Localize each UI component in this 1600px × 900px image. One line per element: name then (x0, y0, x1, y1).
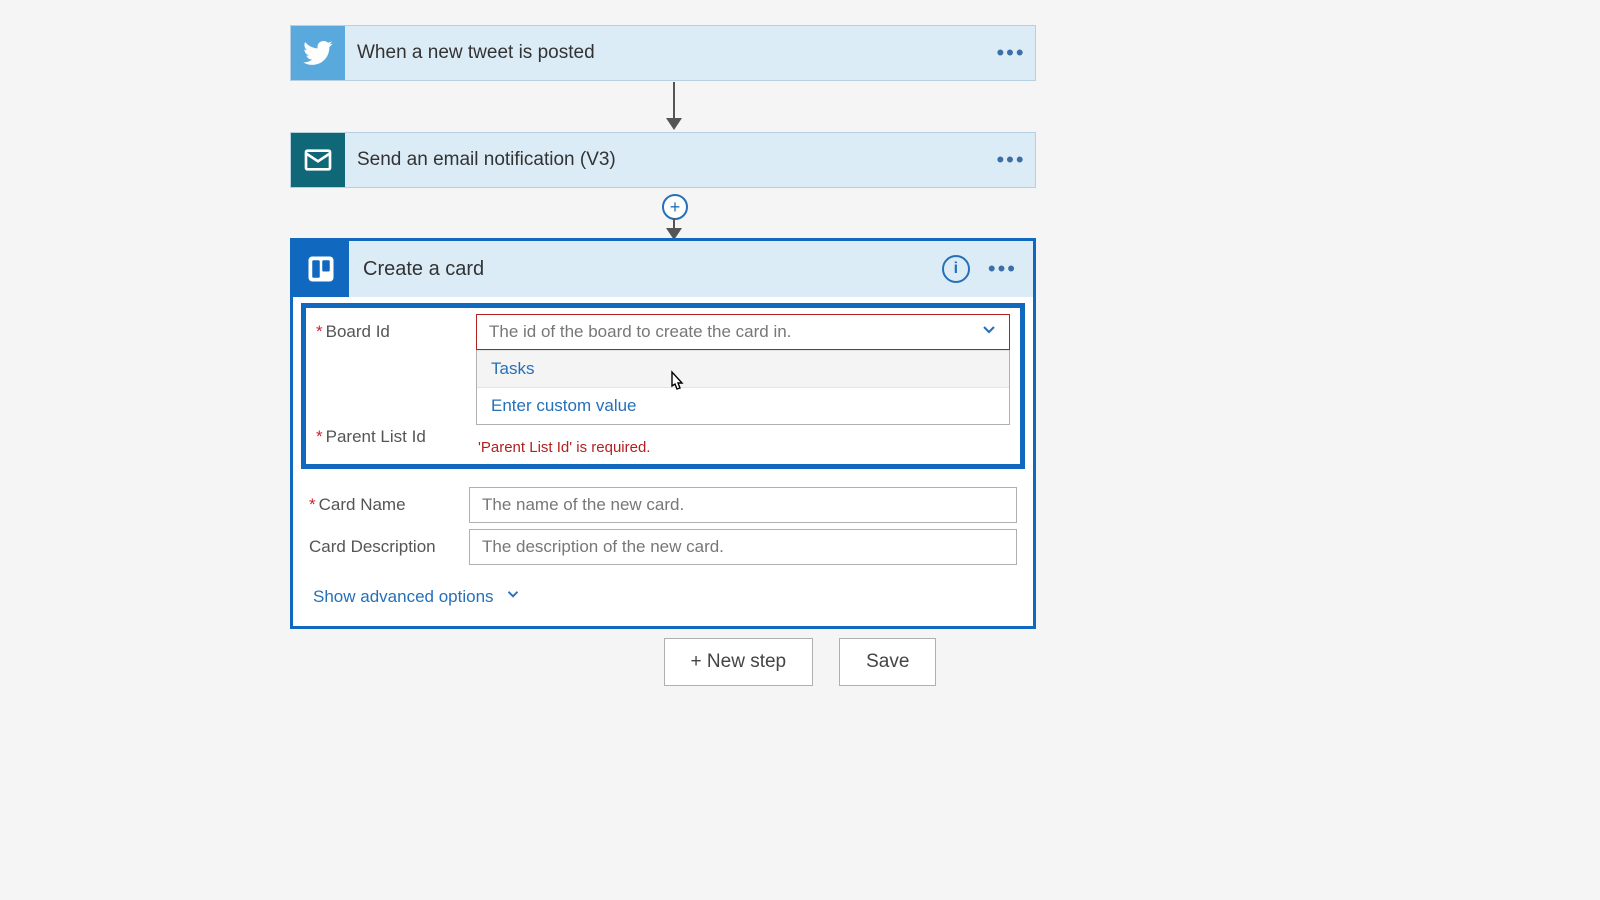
twitter-icon (291, 26, 345, 80)
card-name-input[interactable]: The name of the new card. (469, 487, 1017, 523)
card-description-placeholder: The description of the new card. (482, 537, 724, 557)
dropdown-option-custom[interactable]: Enter custom value (477, 387, 1009, 424)
trigger-step-twitter[interactable]: When a new tweet is posted ••• (290, 25, 1036, 81)
new-step-button[interactable]: + New step (664, 638, 814, 686)
expanded-step-title: Create a card (349, 258, 942, 281)
highlighted-fields-region: *Board Id The id of the board to create … (301, 303, 1025, 469)
chevron-down-icon (979, 320, 999, 345)
expanded-step-header[interactable]: Create a card i ••• (293, 241, 1033, 297)
mail-icon (291, 133, 345, 187)
action-step-trello-create-card: Create a card i ••• *Board Id The id of … (290, 238, 1036, 629)
add-step-plus-icon[interactable]: + (662, 194, 688, 220)
board-id-dropdown[interactable]: The id of the board to create the card i… (476, 314, 1010, 350)
connector-arrow (662, 218, 686, 240)
action-step-email[interactable]: Send an email notification (V3) ••• (290, 132, 1036, 188)
board-id-dropdown-list: Tasks Enter custom value (476, 350, 1010, 425)
trello-icon (293, 241, 349, 297)
trigger-step-title: When a new tweet is posted (345, 42, 987, 64)
field-label-card-description: Card Description (309, 529, 469, 557)
card-description-input[interactable]: The description of the new card. (469, 529, 1017, 565)
dropdown-option-tasks[interactable]: Tasks (477, 350, 1009, 387)
chevron-down-icon (504, 585, 522, 608)
board-id-placeholder: The id of the board to create the card i… (489, 322, 791, 342)
info-icon[interactable]: i (942, 255, 970, 283)
card-name-placeholder: The name of the new card. (482, 495, 684, 515)
field-label-card-name: *Card Name (309, 487, 469, 515)
field-label-board-id: *Board Id (316, 314, 476, 342)
action-step-title: Send an email notification (V3) (345, 149, 987, 171)
save-button[interactable]: Save (839, 638, 936, 686)
parent-list-validation: 'Parent List Id' is required. (476, 437, 1010, 456)
show-advanced-options-link[interactable]: Show advanced options (293, 571, 1033, 626)
step-more-menu[interactable]: ••• (988, 256, 1017, 282)
show-advanced-options-label: Show advanced options (313, 587, 494, 607)
step-more-menu[interactable]: ••• (987, 147, 1035, 173)
connector-arrow (662, 82, 686, 130)
step-more-menu[interactable]: ••• (987, 40, 1035, 66)
